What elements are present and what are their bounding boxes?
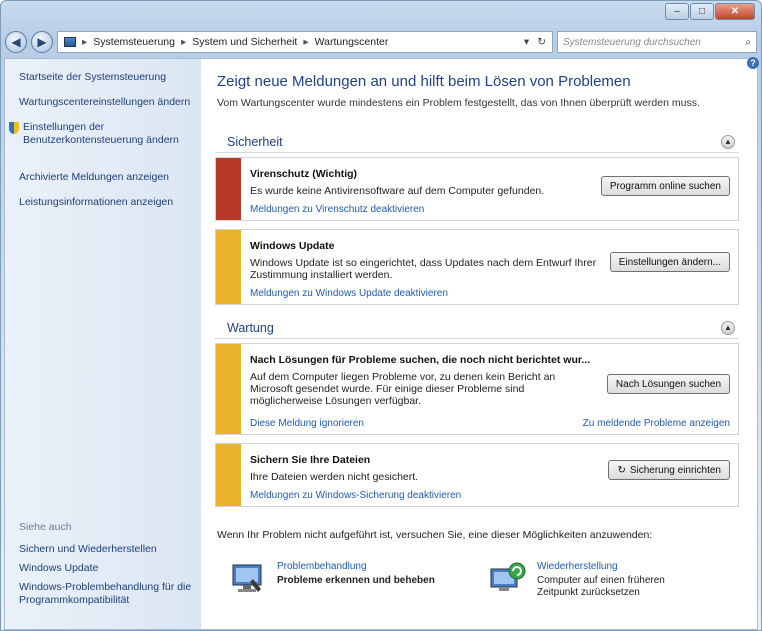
page-title: Zeigt neue Meldungen an und hilft beim L…	[217, 73, 631, 90]
alert-title: Virenschutz (Wichtig)	[250, 168, 358, 180]
recovery-link[interactable]: Wiederherstellung	[537, 561, 677, 572]
troubleshooting-desc: Probleme erkennen und beheben	[277, 575, 435, 586]
alert-backup: Sichern Sie Ihre Dateien Ihre Dateien we…	[215, 443, 739, 507]
severity-bar-warning	[216, 344, 241, 434]
alert-problem-reports: Nach Lösungen für Probleme suchen, die n…	[215, 343, 739, 435]
sidebar-item-archived[interactable]: Archivierte Meldungen anzeigen	[19, 171, 195, 184]
shield-icon	[9, 122, 19, 134]
sidebar: Startseite der Systemsteuerung Wartungsc…	[5, 59, 201, 629]
address-bar[interactable]: ▸ Systemsteuerung ▸ System und Sicherhei…	[57, 31, 553, 53]
alert-description: Auf dem Computer liegen Probleme vor, zu…	[250, 371, 556, 407]
search-icon[interactable]: ⌕	[745, 37, 751, 48]
page-subtitle: Vom Wartungscenter wurde mindestens ein …	[217, 97, 700, 109]
footer-note: Wenn Ihr Problem nicht aufgeführt ist, v…	[217, 529, 653, 541]
maintenance-header[interactable]: Wartung ▲	[215, 317, 739, 339]
search-placeholder: Systemsteuerung durchsuchen	[563, 36, 701, 48]
set-up-backup-label: Sicherung einrichten	[629, 464, 721, 476]
see-also-header: Siehe auch	[19, 521, 72, 533]
backup-shield-icon: ↻	[617, 464, 626, 476]
troubleshoot-icon	[229, 561, 267, 597]
navigation-bar: ◀ ▶ ▸ Systemsteuerung ▸ System und Siche…	[5, 29, 757, 55]
severity-bar-warning	[216, 230, 241, 304]
disable-alert-link[interactable]: Meldungen zu Windows-Sicherung deaktivie…	[250, 490, 461, 501]
alert-title: Windows Update	[250, 240, 335, 252]
breadcrumb-item[interactable]: System und Sicherheit	[192, 36, 297, 48]
recovery-tool[interactable]: Wiederherstellung Computer auf einen frü…	[489, 561, 677, 599]
disable-alert-link[interactable]: Meldungen zu Windows Update deaktivieren	[250, 288, 448, 299]
show-problems-link[interactable]: Zu meldende Probleme anzeigen	[583, 418, 730, 429]
search-input[interactable]: Systemsteuerung durchsuchen ⌕	[557, 31, 757, 53]
recovery-desc: Computer auf einen früheren Zeitpunkt zu…	[537, 575, 665, 598]
sidebar-tasks: Startseite der Systemsteuerung Wartungsc…	[9, 71, 195, 221]
minimize-button[interactable]: –	[665, 3, 689, 20]
sidebar-item-backup[interactable]: Sichern und Wiederherstellen	[19, 543, 195, 556]
severity-bar-important	[216, 158, 241, 220]
security-header-label: Sicherheit	[227, 134, 283, 149]
sidebar-item-compat[interactable]: Windows-Problembehandlung für die Progra…	[19, 581, 195, 607]
tool-text: Wiederherstellung Computer auf einen frü…	[537, 561, 677, 599]
tool-text: Problembehandlung Probleme erkennen und …	[277, 561, 435, 597]
ignore-message-link[interactable]: Diese Meldung ignorieren	[250, 418, 364, 429]
sidebar-see-also: Siehe auch Sichern und Wiederherstellen …	[19, 521, 195, 613]
help-icon[interactable]: ?	[747, 57, 759, 69]
find-program-online-button[interactable]: Programm online suchen	[600, 176, 730, 196]
breadcrumb-item[interactable]: Systemsteuerung	[93, 36, 175, 48]
set-up-backup-button[interactable]: ↻ Sicherung einrichten	[608, 460, 730, 480]
maximize-button[interactable]: □	[690, 3, 714, 20]
collapse-chevron-icon[interactable]: ▲	[721, 134, 735, 149]
title-bar: – □ ✕	[1, 1, 761, 29]
restore-icon	[489, 561, 527, 597]
severity-bar-warning	[216, 444, 241, 506]
sidebar-item-performance[interactable]: Leistungsinformationen anzeigen	[19, 196, 195, 209]
sidebar-item-uac-container: Einstellungen der Benutzerkontensteuerun…	[9, 121, 195, 159]
alert-description: Es wurde keine Antivirensoftware auf dem…	[250, 185, 545, 197]
disable-alert-link[interactable]: Meldungen zu Virenschutz deaktivieren	[250, 204, 424, 215]
forward-button[interactable]: ▶	[31, 31, 53, 53]
content-area: Startseite der Systemsteuerung Wartungsc…	[4, 57, 759, 630]
breadcrumb-separator: ▸	[82, 36, 88, 48]
breadcrumb-separator: ▸	[181, 36, 187, 48]
sidebar-item-home[interactable]: Startseite der Systemsteuerung	[19, 71, 195, 84]
sidebar-item-uac[interactable]: Einstellungen der Benutzerkontensteuerun…	[23, 121, 195, 147]
control-panel-icon	[64, 37, 76, 47]
back-button[interactable]: ◀	[5, 31, 27, 53]
alert-title: Sichern Sie Ihre Dateien	[250, 454, 371, 466]
sidebar-item-settings[interactable]: Wartungscentereinstellungen ändern	[19, 96, 195, 109]
security-header[interactable]: Sicherheit ▲	[215, 131, 739, 153]
alert-windows-update: Windows Update Windows Update ist so ein…	[215, 229, 739, 305]
security-section: Sicherheit ▲	[215, 131, 739, 153]
check-for-solutions-button[interactable]: Nach Lösungen suchen	[606, 374, 730, 394]
main-panel: ? Zeigt neue Meldungen an und hilft beim…	[211, 57, 759, 629]
address-dropdown-icon[interactable]: ▾	[524, 36, 529, 48]
alert-description: Ihre Dateien werden nicht gesichert.	[250, 471, 419, 483]
alert-title: Nach Lösungen für Probleme suchen, die n…	[250, 354, 591, 366]
alert-antivirus: Virenschutz (Wichtig) Es wurde keine Ant…	[215, 157, 739, 221]
close-button[interactable]: ✕	[715, 3, 755, 20]
maintenance-header-label: Wartung	[227, 320, 274, 335]
troubleshooting-link[interactable]: Problembehandlung	[277, 561, 435, 572]
troubleshooting-tool[interactable]: Problembehandlung Probleme erkennen und …	[229, 561, 435, 597]
collapse-chevron-icon[interactable]: ▲	[721, 320, 735, 335]
breadcrumb-separator: ▸	[303, 36, 309, 48]
control-panel-window: – □ ✕ ◀ ▶ ▸ Systemsteuerung ▸ System und…	[0, 0, 762, 631]
breadcrumb-item[interactable]: Wartungscenter	[315, 36, 389, 48]
change-settings-button[interactable]: Einstellungen ändern...	[609, 252, 730, 272]
caption-buttons: – □ ✕	[665, 3, 755, 20]
alert-description: Windows Update ist so eingerichtet, dass…	[250, 257, 597, 281]
refresh-icon[interactable]: ↻	[537, 36, 546, 48]
maintenance-section: Wartung ▲	[215, 317, 739, 339]
sidebar-item-windows-update[interactable]: Windows Update	[19, 562, 195, 575]
